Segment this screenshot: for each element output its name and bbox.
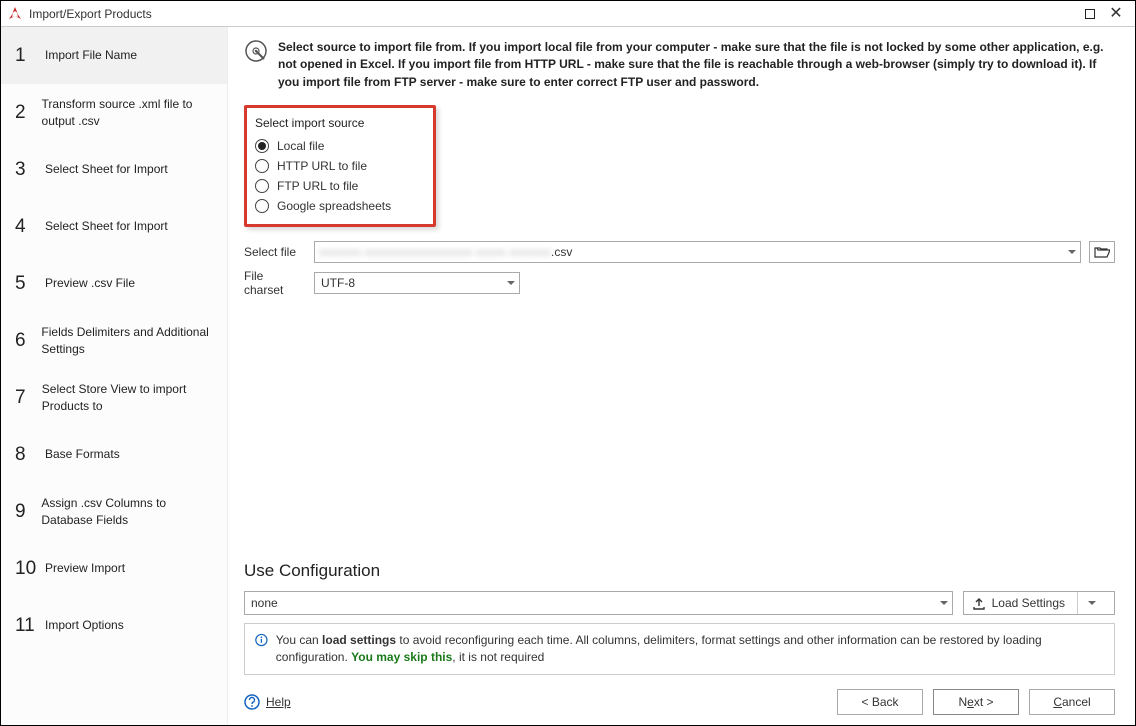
chevron-down-icon bbox=[940, 601, 948, 605]
info-row: Select source to import file from. If yo… bbox=[244, 39, 1115, 91]
maximize-button[interactable] bbox=[1077, 3, 1103, 25]
select-file-input[interactable]: xxxxxxx xxxxxxxxxxxxxxxxxx xxxxx xxxxxxx… bbox=[314, 241, 1081, 263]
back-button[interactable]: < Back bbox=[837, 689, 923, 715]
help-link[interactable]: Help bbox=[244, 694, 291, 710]
chevron-down-icon[interactable] bbox=[1088, 601, 1096, 605]
titlebar: Import/Export Products ✕ bbox=[1, 1, 1135, 27]
radio-label: Local file bbox=[277, 139, 324, 153]
step-preview-csv[interactable]: 5 Preview .csv File bbox=[1, 255, 227, 312]
radio-ftp-url[interactable]: FTP URL to file bbox=[255, 176, 391, 196]
file-charset-select[interactable]: UTF-8 bbox=[314, 272, 520, 294]
step-import-options[interactable]: 11 Import Options bbox=[1, 597, 227, 654]
step-transform-source[interactable]: 2 Transform source .xml file to output .… bbox=[1, 84, 227, 141]
select-file-row: Select file xxxxxxx xxxxxxxxxxxxxxxxxx x… bbox=[244, 241, 1115, 263]
chevron-down-icon bbox=[507, 281, 515, 285]
wizard-steps-sidebar: 1 Import File Name 2 Transform source .x… bbox=[1, 27, 228, 725]
main-panel: Select source to import file from. If yo… bbox=[228, 27, 1135, 725]
help-icon bbox=[244, 694, 260, 710]
step-preview-import[interactable]: 10 Preview Import bbox=[1, 540, 227, 597]
file-charset-label: File charset bbox=[244, 269, 306, 297]
step-assign-columns[interactable]: 9 Assign .csv Columns to Database Fields bbox=[1, 483, 227, 540]
radio-label: FTP URL to file bbox=[277, 179, 358, 193]
radio-label: Google spreadsheets bbox=[277, 199, 391, 213]
radio-google-spreadsheets[interactable]: Google spreadsheets bbox=[255, 196, 391, 216]
radio-http-url[interactable]: HTTP URL to file bbox=[255, 156, 391, 176]
hint-text: You can load settings to avoid reconfigu… bbox=[276, 632, 1104, 666]
use-configuration-title: Use Configuration bbox=[244, 561, 1115, 581]
import-source-label: Select import source bbox=[255, 116, 391, 130]
radio-icon bbox=[255, 159, 269, 173]
cancel-button[interactable]: Cancel bbox=[1029, 689, 1115, 715]
step-fields-delimiters[interactable]: 6 Fields Delimiters and Additional Setti… bbox=[1, 312, 227, 369]
info-icon bbox=[255, 632, 268, 648]
step-select-sheet-1[interactable]: 3 Select Sheet for Import bbox=[1, 141, 227, 198]
import-source-group: Select import source Local file HTTP URL… bbox=[244, 105, 436, 227]
step-base-formats[interactable]: 8 Base Formats bbox=[1, 426, 227, 483]
info-text: Select source to import file from. If yo… bbox=[278, 39, 1115, 91]
configuration-row: none Load Settings bbox=[244, 591, 1115, 615]
close-button[interactable]: ✕ bbox=[1103, 3, 1129, 25]
chevron-down-icon[interactable] bbox=[1068, 250, 1076, 254]
select-file-label: Select file bbox=[244, 245, 306, 259]
step-select-store-view[interactable]: 7 Select Store View to import Products t… bbox=[1, 369, 227, 426]
step-select-sheet-2[interactable]: 4 Select Sheet for Import bbox=[1, 198, 227, 255]
configuration-select[interactable]: none bbox=[244, 591, 953, 615]
file-charset-row: File charset UTF-8 bbox=[244, 269, 1115, 297]
next-button[interactable]: Next > bbox=[933, 689, 1019, 715]
radio-local-file[interactable]: Local file bbox=[255, 136, 391, 156]
radio-label: HTTP URL to file bbox=[277, 159, 367, 173]
radio-icon bbox=[255, 139, 269, 153]
browse-file-button[interactable] bbox=[1089, 241, 1115, 263]
dialog-window: Import/Export Products ✕ 1 Import File N… bbox=[0, 0, 1136, 726]
footer: Help < Back Next > Cancel bbox=[244, 675, 1115, 715]
body: 1 Import File Name 2 Transform source .x… bbox=[1, 27, 1135, 725]
app-icon bbox=[7, 6, 23, 22]
folder-open-icon bbox=[1094, 245, 1110, 259]
upload-icon bbox=[972, 596, 986, 610]
window-title: Import/Export Products bbox=[29, 7, 1077, 21]
load-settings-button[interactable]: Load Settings bbox=[963, 591, 1115, 615]
radio-icon bbox=[255, 179, 269, 193]
hard-disk-icon bbox=[244, 39, 268, 63]
radio-icon bbox=[255, 199, 269, 213]
step-import-file-name[interactable]: 1 Import File Name bbox=[1, 27, 227, 84]
hint-box: You can load settings to avoid reconfigu… bbox=[244, 623, 1115, 675]
